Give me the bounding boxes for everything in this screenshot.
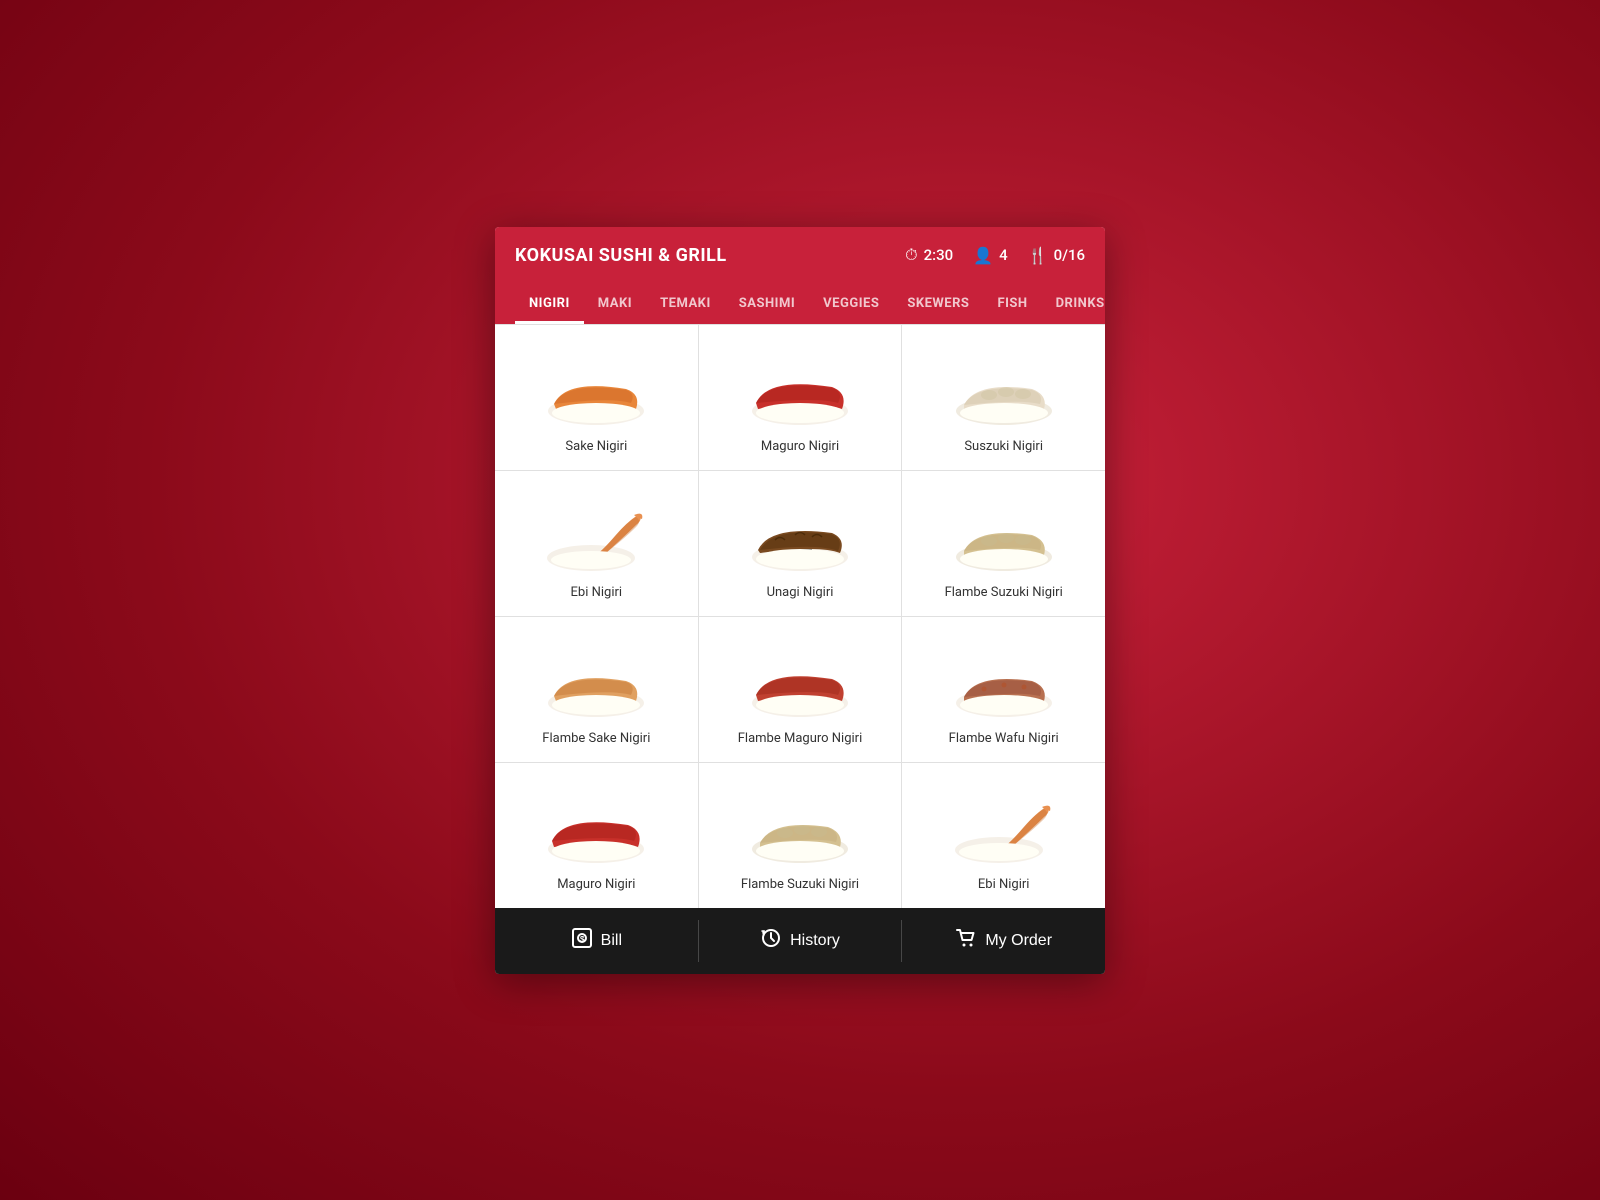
menu-item[interactable]: Ebi Nigiri [495, 471, 698, 616]
menu-item[interactable]: Suszuki Nigiri [902, 325, 1105, 470]
menu-item[interactable]: Flambe Suzuki Nigiri [699, 763, 902, 908]
restaurant-title: KOKUSAI SUSHI & GRILL [515, 245, 727, 266]
cart-icon [955, 927, 977, 954]
tab-maki[interactable]: MAKI [584, 284, 646, 324]
menu-item[interactable]: Flambe Wafu Nigiri [902, 617, 1105, 762]
sushi-image [536, 797, 656, 867]
sushi-image [740, 797, 860, 867]
sushi-image [740, 359, 860, 429]
app-container: KOKUSAI SUSHI & GRILL ⏱ 2:30 👤 4 🍴 0/16 … [495, 227, 1105, 974]
menu-item-name: Maguro Nigiri [557, 877, 635, 892]
menu-grid: Sake Nigiri Maguro Nigiri Suszuki Nigiri [495, 324, 1105, 908]
menu-item-name: Suszuki Nigiri [964, 439, 1043, 454]
sushi-image [536, 359, 656, 429]
tab-temaki[interactable]: TEMAKI [646, 284, 725, 324]
history-label: History [790, 932, 840, 950]
menu-item[interactable]: Flambe Suzuki Nigiri [902, 471, 1105, 616]
tab-fish[interactable]: FISH [983, 284, 1041, 324]
menu-item[interactable]: Flambe Maguro Nigiri [699, 617, 902, 762]
sushi-image [944, 651, 1064, 721]
menu-item[interactable]: Flambe Sake Nigiri [495, 617, 698, 762]
tab-skewers[interactable]: SKEWERS [893, 284, 983, 324]
bill-label: Bill [601, 932, 622, 950]
menu-item[interactable]: Maguro Nigiri [495, 763, 698, 908]
tab-drinks[interactable]: DRINKS [1042, 284, 1105, 324]
menu-item-name: Ebi Nigiri [978, 877, 1030, 892]
time-value: 2:30 [924, 246, 954, 264]
menu-item-name: Flambe Wafu Nigiri [949, 731, 1059, 746]
order-display: 🍴 0/16 [1028, 246, 1085, 265]
order-value: 0/16 [1054, 246, 1085, 264]
person-icon: 👤 [973, 246, 993, 265]
history-button[interactable]: History [699, 908, 902, 974]
menu-item[interactable]: Unagi Nigiri [699, 471, 902, 616]
bill-icon: $ [571, 927, 593, 954]
tab-veggies[interactable]: VEGGIES [809, 284, 893, 324]
bill-button[interactable]: $ Bill [495, 908, 698, 974]
header-meta: ⏱ 2:30 👤 4 🍴 0/16 [905, 245, 1085, 265]
tab-nigiri[interactable]: NIGIRI [515, 284, 584, 324]
menu-item-name: Sake Nigiri [565, 439, 627, 454]
menu-item[interactable]: Maguro Nigiri [699, 325, 902, 470]
time-display: ⏱ 2:30 [905, 245, 953, 265]
bottom-bar: $ Bill History [495, 908, 1105, 974]
sushi-image [536, 505, 656, 575]
menu-item-name: Maguro Nigiri [761, 439, 839, 454]
sushi-image [740, 651, 860, 721]
menu-item-name: Unagi Nigiri [767, 585, 834, 600]
menu-item-name: Ebi Nigiri [571, 585, 623, 600]
sushi-image [740, 505, 860, 575]
svg-text:$: $ [580, 935, 585, 944]
guests-value: 4 [999, 246, 1008, 264]
menu-item-name: Flambe Suzuki Nigiri [741, 877, 859, 892]
header: KOKUSAI SUSHI & GRILL ⏱ 2:30 👤 4 🍴 0/16 [495, 227, 1105, 284]
sushi-image [944, 505, 1064, 575]
clock-icon: ⏱ [905, 245, 917, 265]
guests-display: 👤 4 [973, 246, 1007, 265]
menu-item-name: Flambe Maguro Nigiri [738, 731, 863, 746]
my-order-label: My Order [985, 932, 1052, 950]
utensils-icon: 🍴 [1028, 246, 1048, 265]
menu-item[interactable]: Ebi Nigiri [902, 763, 1105, 908]
sushi-image [536, 651, 656, 721]
sushi-image [944, 797, 1064, 867]
menu-item[interactable]: Sake Nigiri [495, 325, 698, 470]
sushi-image [944, 359, 1064, 429]
nav-tabs: NIGIRI MAKI TEMAKI SASHIMI VEGGIES SKEWE… [495, 284, 1105, 324]
menu-item-name: Flambe Sake Nigiri [542, 731, 650, 746]
history-icon [760, 927, 782, 954]
my-order-button[interactable]: My Order [902, 908, 1105, 974]
menu-item-name: Flambe Suzuki Nigiri [945, 585, 1063, 600]
tab-sashimi[interactable]: SASHIMI [725, 284, 809, 324]
